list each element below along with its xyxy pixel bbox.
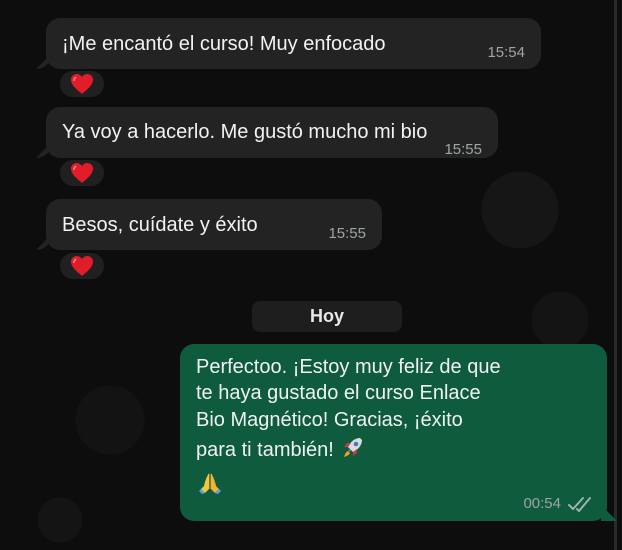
- scroll-edge: [614, 0, 617, 550]
- message-text: Besos, cuídate y éxito: [62, 214, 258, 236]
- message-text: ¡Me encantó el curso! Muy enfocado: [62, 33, 386, 55]
- message-text-block: Perfectoo. ¡Estoy muy feliz de que te ha…: [196, 354, 591, 504]
- rocket-icon: [339, 433, 367, 468]
- heart-icon: [70, 162, 94, 184]
- message-line: te haya gustado el curso Enlace: [196, 382, 481, 405]
- folded-hands-icon: [196, 469, 224, 504]
- reaction-pill[interactable]: [58, 251, 106, 281]
- double-check-icon: [567, 494, 595, 512]
- message-time: 00:54: [523, 495, 561, 513]
- message-bubble-incoming-1[interactable]: ¡Me encantó el curso! Muy enfocado 15:54: [46, 18, 541, 69]
- message-time: 15:55: [328, 225, 366, 242]
- message-line: para ti también!: [196, 439, 334, 462]
- message-line: Perfectoo. ¡Estoy muy feliz de que: [196, 356, 501, 378]
- message-text: Ya voy a hacerlo. Me gustó mucho mi bio: [62, 121, 428, 143]
- message-bubble-incoming-2[interactable]: Ya voy a hacerlo. Me gustó mucho mi bio …: [46, 107, 498, 158]
- message-bubble-outgoing[interactable]: Perfectoo. ¡Estoy muy feliz de que te ha…: [180, 344, 607, 521]
- message-time: 15:54: [487, 44, 525, 61]
- message-line: Bio Magnético! Gracias, ¡éxito: [196, 408, 463, 431]
- date-separator: Hoy: [252, 301, 402, 332]
- heart-icon: [70, 255, 94, 277]
- heart-icon: [70, 73, 94, 95]
- message-bubble-incoming-3[interactable]: Besos, cuídate y éxito 15:55: [46, 199, 382, 250]
- message-time: 15:55: [444, 141, 482, 158]
- reaction-pill[interactable]: [58, 158, 106, 188]
- reaction-pill[interactable]: [58, 69, 106, 99]
- message-line-with-emoji: para ti también!: [196, 433, 591, 468]
